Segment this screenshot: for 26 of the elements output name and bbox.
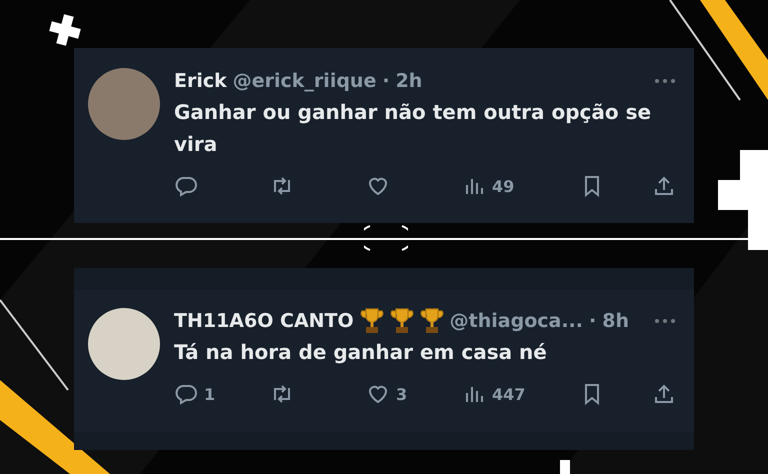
post-time: 2h [396,70,422,92]
speech-bubble-icon[interactable] [174,174,198,198]
separator-dot: · [382,70,390,92]
user-name: Erick [174,70,227,92]
tweet-text: Ganhar ou ganhar não tem outra opção se vira [174,99,652,158]
share-icon[interactable] [652,382,676,406]
share-icon[interactable] [652,174,676,198]
plus-sign-drawing [560,460,570,474]
user-name: TH11A6O CANTO [174,310,354,332]
post-time: 8h [602,310,629,332]
trophy-icon [360,307,384,335]
more-icon[interactable] [654,318,676,324]
separator-dot: · [589,310,596,332]
action-count: 49 [492,176,514,196]
speech-bubble-icon[interactable] [174,382,198,406]
action-count: 3 [396,384,408,404]
plus-sign-drawing [49,14,81,46]
circle-outline-drawing [364,224,408,252]
tweet-text: Tá na hora de ganhar em casa né [174,339,548,366]
user-handle[interactable]: @thiagoca... [450,310,583,332]
action-count: 1 [204,384,216,404]
more-icon[interactable] [654,78,676,84]
trophy-icon [420,307,444,335]
trophy-icon [390,307,414,335]
user-handle[interactable]: @erick_riique [232,70,376,92]
action-count: 447 [492,384,526,404]
